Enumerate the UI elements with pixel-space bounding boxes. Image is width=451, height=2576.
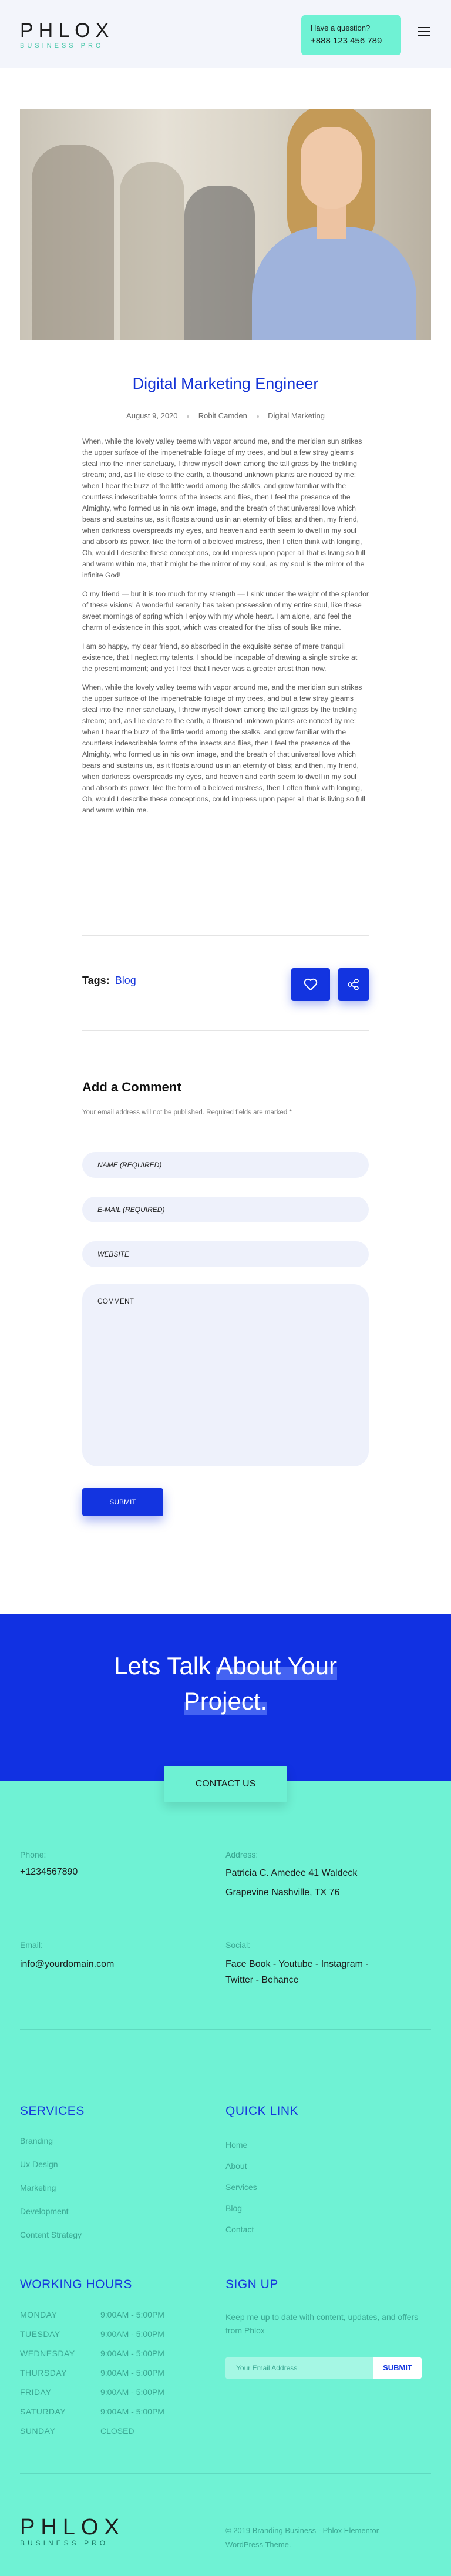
copyright-line: WordPress Theme.: [226, 2540, 291, 2549]
hours-day: MONDAY: [20, 2310, 58, 2319]
services-link[interactable]: Development: [20, 2206, 69, 2216]
logo-wordmark: PHLOX: [20, 2515, 125, 2540]
footer-address-line: Patricia C. Amedee 41 Waldeck: [226, 1868, 358, 1878]
quick-link-heading: QUICK LINK: [226, 2104, 299, 2118]
comment-heading: Add a Comment: [82, 1080, 181, 1094]
divider: [82, 1030, 369, 1031]
hours-day: TUESDAY: [20, 2329, 60, 2339]
share-icon: [348, 979, 359, 990]
logo-wordmark: PHLOX: [20, 19, 115, 42]
footer-divider: [20, 2029, 431, 2030]
post-featured-image: [20, 109, 431, 340]
working-hours-heading: WORKING HOURS: [20, 2278, 132, 2291]
post-category[interactable]: Digital Marketing: [268, 411, 325, 420]
post-tags: Tags: Blog: [82, 975, 136, 987]
comment-textarea[interactable]: [82, 1284, 369, 1466]
post-paragraph: O my friend — but it is too much for my …: [82, 590, 369, 632]
social-links[interactable]: Face Book - Youtube - Instagram -: [226, 1956, 369, 1973]
post-title: Digital Marketing Engineer: [132, 375, 319, 392]
like-button[interactable]: [291, 968, 330, 1001]
post-paragraph: When, while the lovely valley teems with…: [82, 437, 365, 579]
quick-link[interactable]: Contact: [226, 2225, 254, 2234]
quick-link[interactable]: Blog: [226, 2204, 242, 2213]
question-label: Have a question?: [311, 23, 371, 32]
contact-us-button[interactable]: CONTACT US: [164, 1766, 287, 1802]
social-links[interactable]: Twitter - Behance: [226, 1972, 299, 1989]
question-phone[interactable]: +888 123 456 789: [311, 36, 401, 46]
signup-description: Keep me up to date with content, updates…: [226, 2312, 419, 2335]
hours-day: SUNDAY: [20, 2426, 56, 2436]
signup-heading: SIGN UP: [226, 2278, 278, 2291]
heart-icon: [304, 978, 318, 990]
services-link[interactable]: Branding: [20, 2136, 53, 2145]
footer-divider: [20, 2473, 431, 2474]
phone-label: Phone:: [20, 1850, 46, 1859]
hours-time: 9:00AM - 5:00PM: [100, 2310, 164, 2319]
post-date[interactable]: August 9, 2020: [126, 411, 177, 420]
email-input[interactable]: [82, 1197, 369, 1222]
comment-note: Your email address will not be published…: [82, 1109, 292, 1116]
address-label: Address:: [226, 1850, 258, 1859]
question-box[interactable]: Have a question? +888 123 456 789: [301, 15, 401, 55]
signup-submit-button[interactable]: SUBMIT: [373, 2357, 422, 2379]
share-button[interactable]: [338, 968, 369, 1001]
footer-address-line: Grapevine Nashville, TX 76: [226, 1888, 340, 1897]
email-label: Email:: [20, 1940, 43, 1950]
copyright-line: © 2019 Branding Business - Phlox Element…: [226, 2526, 379, 2535]
post-paragraph: I am so happy, my dear friend, so absorb…: [82, 642, 358, 673]
copyright: © 2019 Branding Business - Phlox Element…: [226, 2524, 413, 2552]
hours-time: CLOSED: [100, 2426, 134, 2436]
hours-time: 9:00AM - 5:00PM: [100, 2368, 164, 2377]
hours-day: SATURDAY: [20, 2407, 66, 2416]
hours-time: 9:00AM - 5:00PM: [100, 2329, 164, 2339]
hours-time: 9:00AM - 5:00PM: [100, 2407, 164, 2416]
footer-logo[interactable]: PHLOX BUSINESS PRO: [20, 2515, 125, 2547]
name-input[interactable]: [82, 1152, 369, 1178]
post-paragraph: When, while the lovely valley teems with…: [82, 683, 365, 814]
services-link[interactable]: Ux Design: [20, 2159, 58, 2169]
hours-time: 9:00AM - 5:00PM: [100, 2349, 164, 2358]
social-label: Social:: [226, 1940, 251, 1950]
submit-comment-button[interactable]: SUBMIT: [82, 1488, 163, 1516]
cta-title-highlight: Project.: [183, 1687, 268, 1715]
post-author[interactable]: Robit Camden: [198, 411, 247, 420]
site-header: PHLOX BUSINESS PRO Have a question? +888…: [0, 0, 451, 68]
tags-label: Tags:: [82, 975, 110, 986]
cta-title-part: Lets Talk: [114, 1652, 211, 1680]
website-input[interactable]: [82, 1241, 369, 1267]
post-content: When, while the lovely valley teems with…: [82, 436, 369, 824]
hours-day: WEDNESDAY: [20, 2349, 75, 2358]
quick-link[interactable]: Services: [226, 2182, 257, 2192]
footer-email[interactable]: info@yourdomain.com: [20, 1956, 114, 1973]
services-heading: SERVICES: [20, 2104, 85, 2118]
services-link[interactable]: Content Strategy: [20, 2230, 82, 2239]
signup-email-input[interactable]: [226, 2357, 373, 2379]
post-meta: August 9, 2020 Robit Camden Digital Mark…: [20, 411, 431, 420]
divider: [82, 935, 369, 936]
cta-title-highlight: About Your: [216, 1652, 337, 1680]
services-link[interactable]: Marketing: [20, 2183, 56, 2192]
hours-day: FRIDAY: [20, 2387, 52, 2397]
cta-title: Lets Talk About Your Project.: [0, 1648, 451, 1719]
logo-tagline: BUSINESS PRO: [20, 42, 104, 49]
hours-time: 9:00AM - 5:00PM: [100, 2387, 164, 2397]
quick-link[interactable]: About: [226, 2161, 247, 2171]
hours-day: THURSDAY: [20, 2368, 67, 2377]
tag-link[interactable]: Blog: [115, 975, 136, 986]
footer-phone[interactable]: +1234567890: [20, 1864, 78, 1880]
site-logo[interactable]: PHLOX BUSINESS PRO: [20, 20, 114, 49]
quick-link[interactable]: Home: [226, 2140, 247, 2150]
hamburger-menu-icon[interactable]: [418, 27, 430, 36]
logo-tagline: BUSINESS PRO: [20, 2539, 109, 2547]
